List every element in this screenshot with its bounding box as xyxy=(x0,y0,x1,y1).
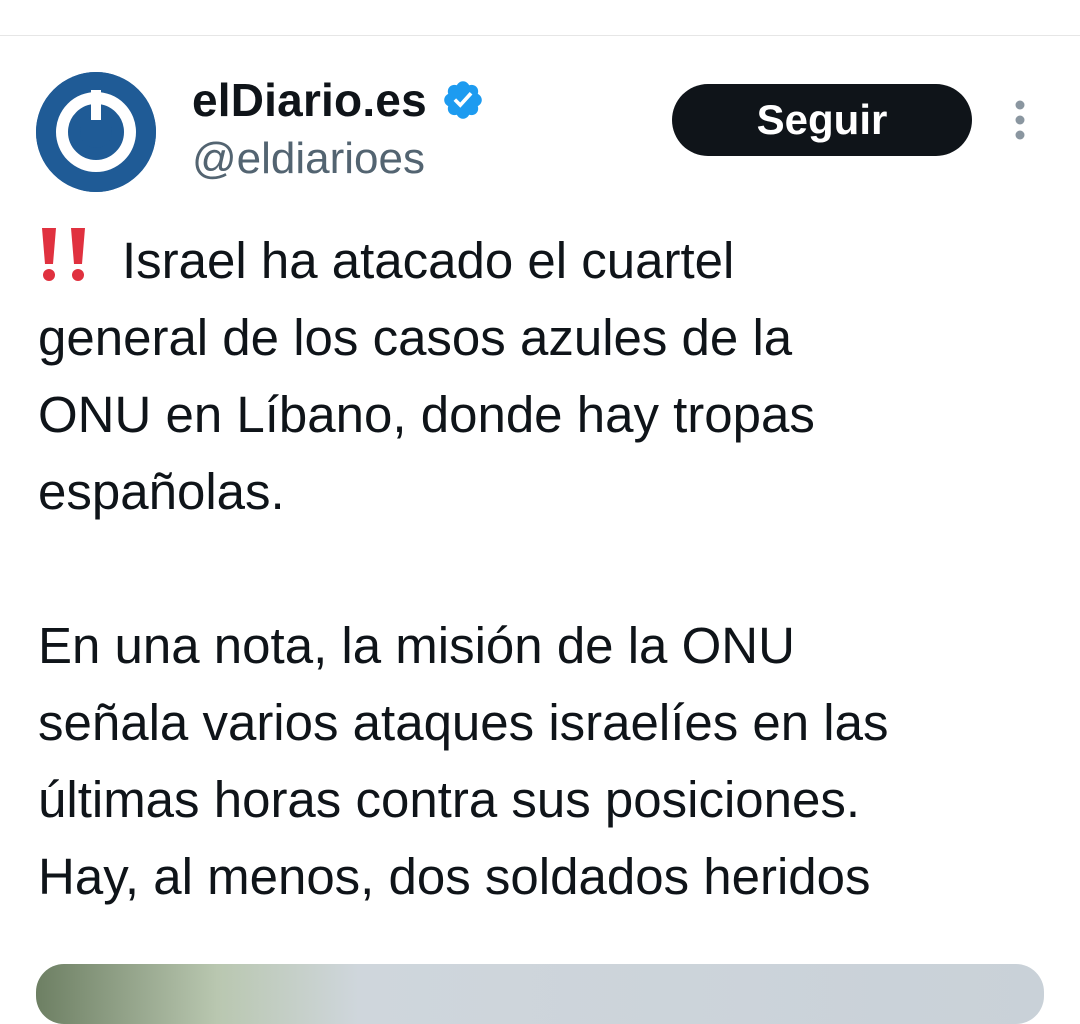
double-exclamation-icon xyxy=(38,224,92,284)
follow-button[interactable]: Seguir xyxy=(672,84,972,156)
verified-badge-icon xyxy=(441,78,485,122)
tweet-paragraph: En una nota, la misión de la ONU señala … xyxy=(38,607,1058,915)
tweet-line: ONU en Líbano, donde hay tropas xyxy=(38,386,815,443)
author-display-name[interactable]: elDiario.es xyxy=(192,73,427,127)
tweet-line: Hay, al menos, dos soldados heridos xyxy=(38,848,871,905)
tweet-paragraph: Israel ha atacado el cuartel general de … xyxy=(38,222,1058,530)
tweet-line: Israel ha atacado el cuartel xyxy=(38,222,1058,299)
tweet-line: últimas horas contra sus posiciones. xyxy=(38,771,861,828)
tweet-line: En una nota, la misión de la ONU xyxy=(38,617,795,674)
top-divider xyxy=(0,35,1080,36)
eldiario-logo-icon xyxy=(36,72,156,192)
media-preview-image[interactable] xyxy=(36,964,1044,1024)
avatar[interactable] xyxy=(36,72,156,192)
tweet-line: general de los casos azules de la xyxy=(38,309,793,366)
tweet-line-text: Israel ha atacado el cuartel xyxy=(122,232,735,289)
more-vertical-icon[interactable] xyxy=(1006,98,1034,142)
tweet-text: Israel ha atacado el cuartel general de … xyxy=(38,222,1058,915)
author-handle[interactable]: @eldiarioes xyxy=(192,134,425,184)
tweet-line: españolas. xyxy=(38,463,285,520)
tweet-line: señala varios ataques israelíes en las xyxy=(38,694,889,751)
author-name-row[interactable]: elDiario.es xyxy=(192,72,485,128)
